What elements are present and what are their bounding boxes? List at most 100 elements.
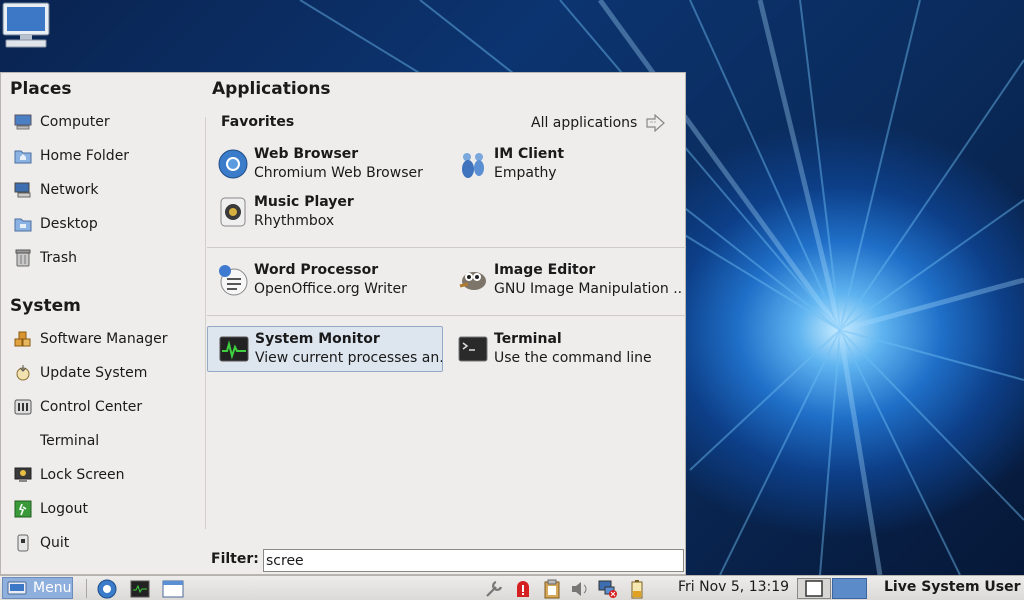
app-name: Music Player [254, 194, 354, 210]
tools-icon[interactable] [484, 579, 504, 599]
empathy-icon [462, 153, 484, 178]
taskbar-separator [86, 579, 87, 598]
system-item-label: Update System [40, 365, 148, 381]
volume-icon[interactable] [570, 579, 590, 599]
battery-icon[interactable] [627, 579, 647, 599]
filter-label: Filter: [211, 551, 259, 567]
workspace-1[interactable] [797, 578, 831, 599]
lock-screen-icon [13, 465, 33, 485]
app-music-player[interactable]: Music Player Rhythmbox [207, 189, 443, 235]
launcher-web-browser[interactable] [96, 578, 118, 599]
filter-input[interactable] [263, 549, 684, 572]
system-item-software-manager[interactable]: Software Manager [13, 326, 198, 352]
app-name: IM Client [494, 146, 565, 162]
system-item-label: Terminal [40, 433, 100, 449]
places-item-label: Trash [40, 250, 77, 266]
app-name: Word Processor [254, 262, 379, 278]
system-item-update-system[interactable]: Update System [13, 360, 198, 386]
app-name: System Monitor [255, 331, 380, 347]
panel-divider [205, 117, 206, 529]
app-name: Web Browser [254, 146, 359, 162]
system-item-control-center[interactable]: Control Center [13, 394, 198, 420]
home-folder-icon [13, 146, 33, 166]
alert-icon[interactable] [513, 579, 533, 599]
arrow-right-icon [646, 114, 666, 132]
system-item-label: Control Center [40, 399, 143, 415]
app-word-processor[interactable]: Word Processor OpenOffice.org Writer [207, 257, 443, 303]
app-description: Empathy [494, 165, 557, 181]
app-web-browser[interactable]: Web Browser Chromium Web Browser [207, 141, 443, 187]
system-item-label: Quit [40, 535, 70, 551]
places-item-label: Home Folder [40, 148, 130, 164]
menu-label: Menu [33, 580, 72, 596]
all-applications-button[interactable]: All applications [531, 112, 667, 134]
trash-icon [13, 248, 33, 268]
applications-title: Applications [212, 79, 331, 99]
favorites-title: Favorites [221, 114, 295, 130]
places-item-label: Computer [40, 114, 110, 130]
app-description: OpenOffice.org Writer [254, 281, 407, 297]
computer-icon [13, 112, 33, 132]
places-item-desktop[interactable]: Desktop [13, 211, 198, 237]
chromium-icon [97, 579, 117, 598]
window-preview-icon [805, 580, 823, 597]
gimp-icon [459, 272, 486, 290]
app-description: Use the command line [494, 350, 652, 366]
app-terminal[interactable]: Terminal Use the command line [447, 326, 683, 372]
launcher-system-monitor[interactable] [129, 578, 151, 599]
window-icon [162, 580, 184, 597]
network-icon [13, 180, 33, 200]
writer-icon [219, 265, 248, 296]
places-item-trash[interactable]: Trash [13, 245, 198, 271]
app-description: View current processes an... [255, 350, 442, 366]
app-system-monitor[interactable]: System Monitor View current processes an… [207, 326, 443, 372]
app-image-editor[interactable]: Image Editor GNU Image Manipulation ... [447, 257, 683, 303]
system-item-label: Lock Screen [40, 467, 125, 483]
all-applications-label: All applications [531, 115, 638, 131]
quit-icon [13, 533, 33, 553]
update-icon [13, 363, 33, 383]
app-description: Chromium Web Browser [254, 165, 423, 181]
section-divider [207, 315, 686, 316]
clock[interactable]: Fri Nov 5, 13:19 [678, 579, 789, 595]
system-item-terminal[interactable]: Terminal [13, 428, 198, 454]
clipboard-icon[interactable] [542, 579, 562, 599]
launcher-window[interactable] [162, 578, 184, 599]
places-item-network[interactable]: Network [13, 177, 198, 203]
system-item-lock-screen[interactable]: Lock Screen [13, 462, 198, 488]
app-description: GNU Image Manipulation ... [494, 281, 683, 297]
menu-icon [7, 581, 27, 595]
places-item-label: Desktop [40, 216, 98, 232]
workspace-2[interactable] [832, 578, 867, 599]
app-im-client[interactable]: IM Client Empathy [447, 141, 683, 187]
places-item-computer[interactable]: Computer [13, 109, 198, 135]
system-item-quit[interactable]: Quit [13, 530, 198, 556]
app-description: Rhythmbox [254, 213, 335, 229]
system-item-label: Logout [40, 501, 88, 517]
menu-button[interactable]: Menu [2, 577, 73, 599]
system-item-label: Software Manager [40, 331, 168, 347]
desktop-folder-icon [13, 214, 33, 234]
system-title: System [10, 296, 81, 316]
places-item-label: Network [40, 182, 99, 198]
chromium-icon [218, 149, 248, 179]
application-menu: Places Computer Home Folder Network Desk… [0, 72, 686, 575]
user-name[interactable]: Live System User [884, 579, 1021, 595]
control-center-icon [13, 397, 33, 417]
section-divider [207, 247, 686, 248]
logout-icon [13, 499, 33, 519]
app-name: Terminal [494, 331, 562, 347]
terminal-icon [130, 580, 150, 597]
system-item-logout[interactable]: Logout [13, 496, 198, 522]
rhythmbox-icon [220, 197, 246, 227]
taskbar: Menu Fri Nov 5, 13:19 Live System User [0, 575, 1024, 600]
places-panel: Places Computer Home Folder Network Desk… [1, 73, 205, 574]
terminal-icon [458, 336, 488, 362]
package-icon [13, 329, 33, 349]
network-disconnected-icon[interactable] [598, 579, 618, 599]
app-name: Image Editor [494, 262, 596, 278]
places-title: Places [10, 79, 72, 99]
computer-desktop-icon[interactable] [0, 0, 52, 50]
system-monitor-icon [219, 336, 249, 362]
places-item-home-folder[interactable]: Home Folder [13, 143, 198, 169]
